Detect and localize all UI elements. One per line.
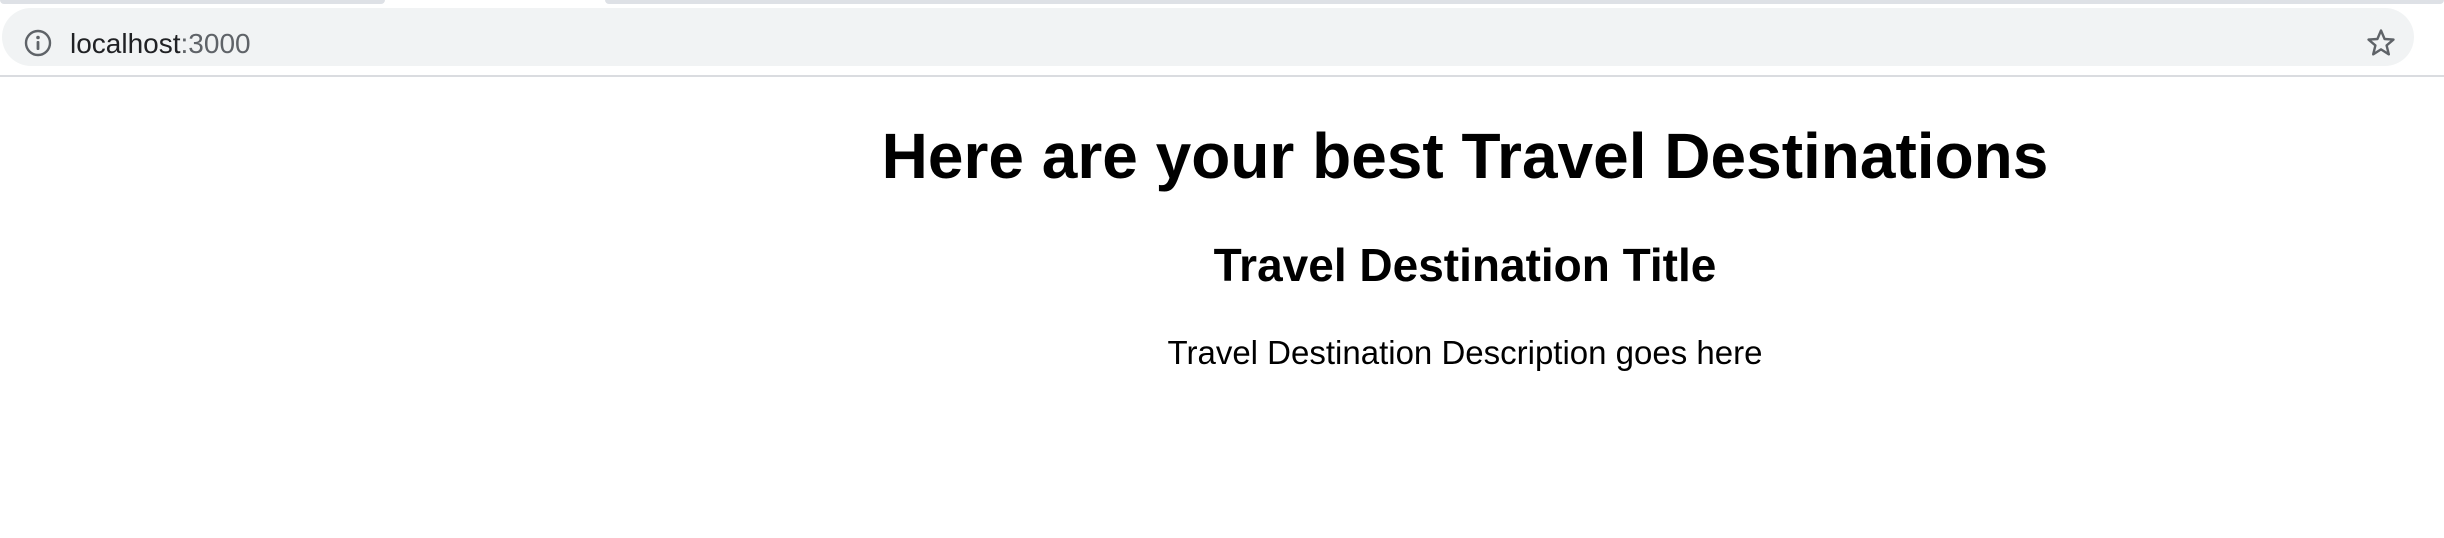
tab-strip bbox=[0, 0, 2444, 5]
address-bar[interactable]: localhost:3000 bbox=[2, 8, 2414, 66]
url-host: localhost bbox=[70, 28, 181, 59]
info-icon[interactable] bbox=[24, 29, 52, 57]
url-port: :3000 bbox=[180, 28, 251, 59]
destination-title: Travel Destination Title bbox=[1213, 239, 1717, 291]
url-text[interactable]: localhost:3000 bbox=[70, 27, 251, 61]
page-title: Here are your best Travel Destinations bbox=[881, 120, 2049, 192]
star-icon[interactable] bbox=[2366, 28, 2396, 58]
destination-description: Travel Destination Description goes here bbox=[1167, 334, 1763, 371]
page-content: Here are your best Travel Destinations T… bbox=[0, 77, 2444, 538]
browser-toolbar: localhost:3000 bbox=[0, 0, 2444, 77]
